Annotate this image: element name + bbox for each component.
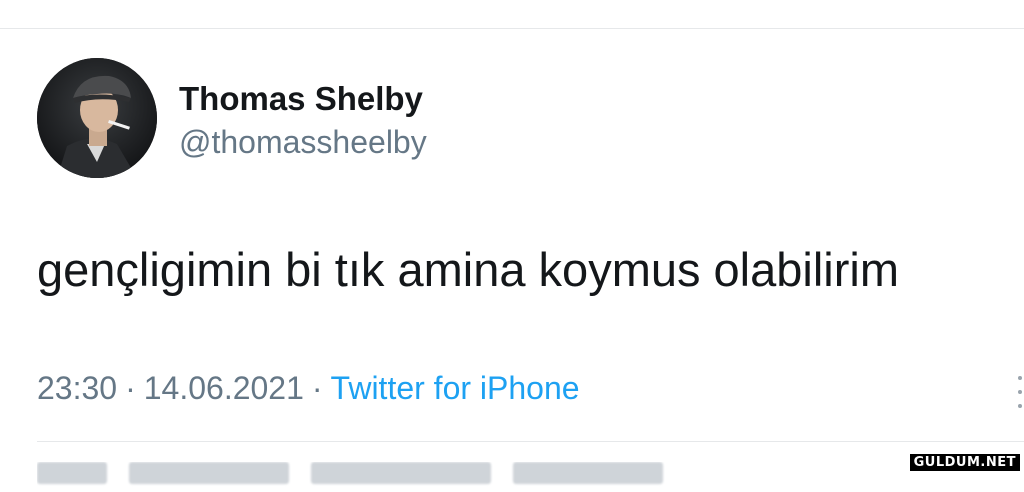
stat-placeholder xyxy=(311,462,491,484)
tweet-date[interactable]: 14.06.2021 xyxy=(144,370,304,406)
stat-placeholder xyxy=(37,462,107,484)
more-vertical-icon[interactable] xyxy=(1012,372,1024,412)
meta-separator: · xyxy=(311,370,323,406)
stat-placeholder xyxy=(513,462,663,484)
tweet-source-link[interactable]: Twitter for iPhone xyxy=(331,370,580,406)
avatar-image xyxy=(37,58,157,178)
stat-placeholder xyxy=(129,462,289,484)
tweet-stats-row xyxy=(37,462,1017,492)
meta-separator: · xyxy=(125,370,136,406)
top-divider xyxy=(0,28,1024,29)
author-handle[interactable]: @thomassheelby xyxy=(179,124,427,161)
watermark-logo: GULDUM.NET xyxy=(909,454,1020,471)
avatar[interactable] xyxy=(37,58,157,178)
tweet-time[interactable]: 23:30 xyxy=(37,370,117,406)
tweet-meta: 23:30 · 14.06.2021 · Twitter for iPhone xyxy=(37,370,580,407)
author-display-name[interactable]: Thomas Shelby xyxy=(179,80,423,118)
tweet-text: gençligimin bi tık amina koymus olabilir… xyxy=(37,243,899,296)
bottom-divider xyxy=(37,441,1024,442)
